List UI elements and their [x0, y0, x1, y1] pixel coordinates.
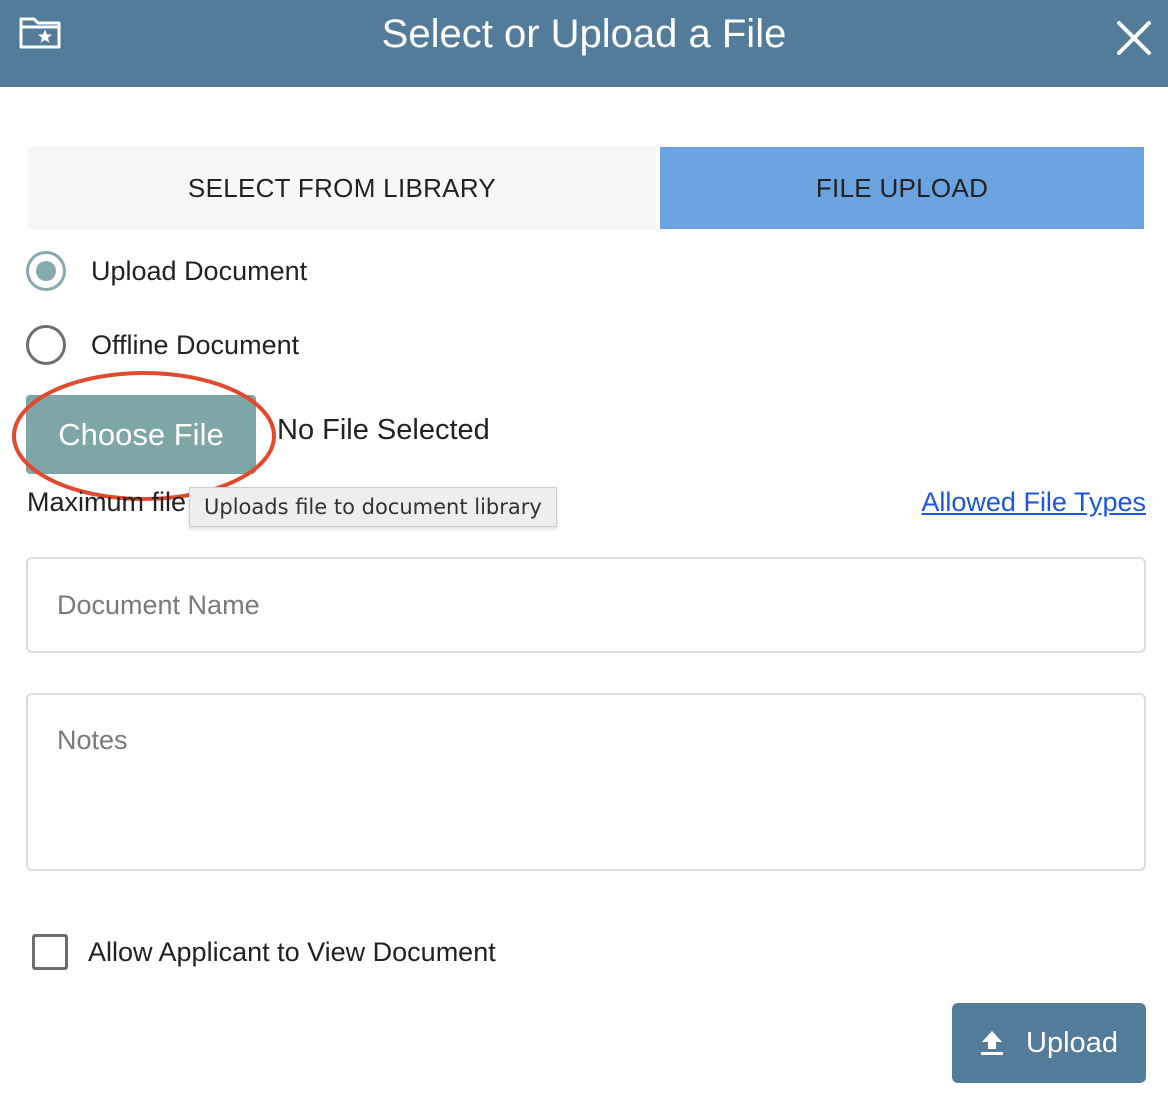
allow-applicant-view-checkbox[interactable] [32, 934, 68, 970]
tab-file-upload[interactable]: FILE UPLOAD [660, 147, 1144, 229]
tab-bar: SELECT FROM LIBRARY FILE UPLOAD [28, 147, 1144, 229]
choose-file-button[interactable]: Choose File [26, 395, 256, 474]
dialog-header: Select or Upload a File [0, 0, 1168, 87]
notes-textarea[interactable] [28, 695, 1144, 869]
radio-label-offline-document: Offline Document [91, 329, 300, 360]
upload-button[interactable]: Upload [952, 1003, 1146, 1083]
upload-button-label: Upload [1026, 1026, 1118, 1059]
allow-applicant-view-option[interactable]: Allow Applicant to View Document [32, 934, 496, 970]
file-status: No File Selected [277, 414, 490, 446]
close-icon[interactable] [1114, 18, 1154, 58]
radio-label-upload-document: Upload Document [91, 255, 308, 286]
notes-field-container [26, 693, 1146, 871]
document-name-input[interactable] [28, 559, 1144, 651]
radio-button-checked[interactable] [26, 251, 66, 291]
radio-offline-document[interactable]: Offline Document [26, 325, 299, 365]
radio-upload-document[interactable]: Upload Document [26, 251, 307, 291]
max-file-size-label: Maximum file [27, 487, 187, 517]
radio-button-unchecked[interactable] [26, 325, 66, 365]
allowed-file-types-link[interactable]: Allowed File Types [921, 487, 1146, 518]
document-name-field-container [26, 557, 1146, 653]
tooltip: Uploads file to document library [189, 487, 557, 527]
allow-applicant-view-label: Allow Applicant to View Document [88, 936, 496, 967]
tab-select-from-library[interactable]: SELECT FROM LIBRARY [28, 147, 656, 229]
dialog-title: Select or Upload a File [381, 12, 787, 56]
upload-icon [981, 1031, 1004, 1055]
